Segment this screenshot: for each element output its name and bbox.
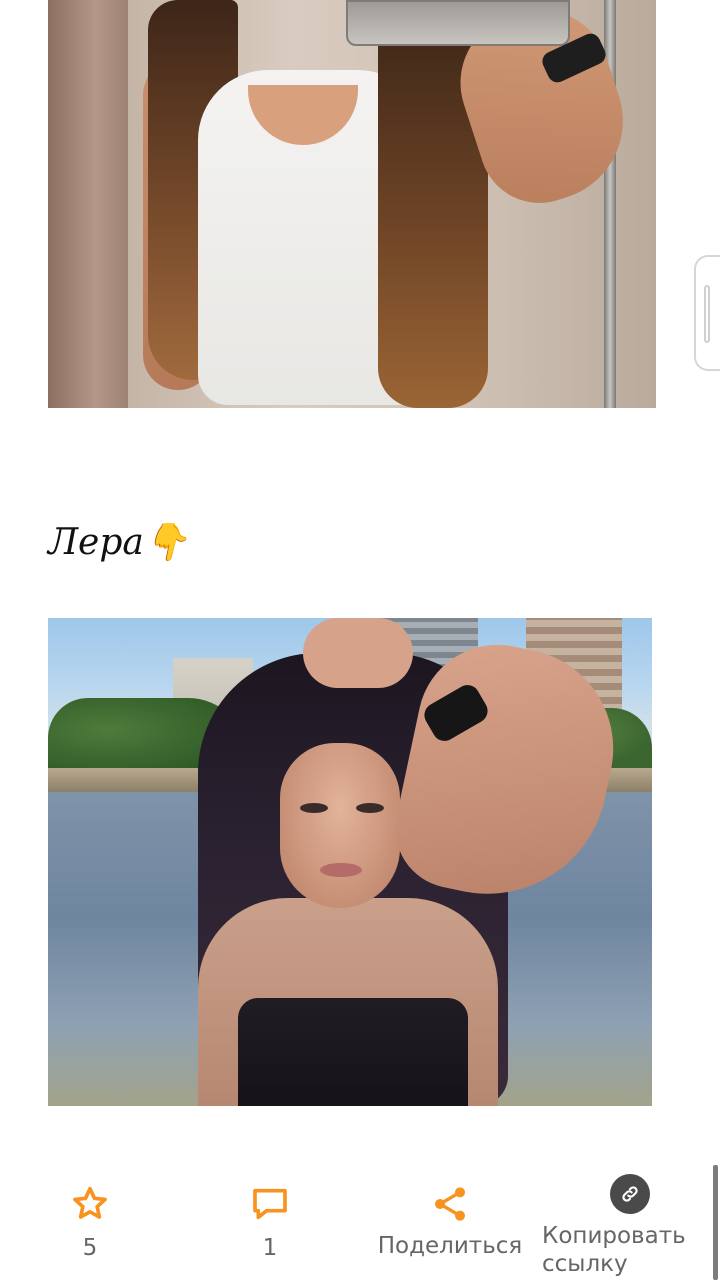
photo-figure <box>356 803 384 813</box>
scrollbar[interactable] <box>713 1165 718 1280</box>
photo-figure <box>320 863 362 877</box>
share-icon-box <box>370 1170 530 1230</box>
photo-background <box>48 0 128 408</box>
rating-count: 5 <box>82 1235 98 1261</box>
copy-link-label-line2: ссылку <box>542 1251 628 1277</box>
share-button[interactable]: Поделиться <box>370 1170 530 1260</box>
photo-figure <box>303 618 413 688</box>
copy-link-button[interactable]: Копировать ссылку <box>536 1170 696 1278</box>
star-icon <box>73 1186 107 1219</box>
post-action-bar: 5 1 Поделиться Копировать ссылку <box>0 1170 700 1280</box>
comments-button[interactable]: 1 <box>238 1170 302 1262</box>
copy-icon-box <box>536 1170 696 1230</box>
photo-figure <box>280 743 400 908</box>
photo-figure <box>346 0 570 46</box>
post-page: Лера👇 5 1 Поделиться Копировать ссылку <box>0 0 720 1280</box>
side-panel-handle[interactable] <box>694 255 720 371</box>
post-caption: Лера👇 <box>48 522 189 563</box>
share-icon <box>435 1187 465 1221</box>
comments-count: 1 <box>262 1235 278 1261</box>
post-photo-1[interactable] <box>48 0 656 408</box>
photo-figure <box>238 998 468 1106</box>
rating-icon-box <box>60 1170 120 1230</box>
comment-icon <box>253 1188 287 1220</box>
comments-icon-box <box>238 1170 302 1230</box>
link-icon <box>610 1174 650 1214</box>
post-photo-2[interactable] <box>48 618 652 1106</box>
photo-figure <box>300 803 328 813</box>
rating-button[interactable]: 5 <box>60 1170 120 1262</box>
share-label: Поделиться <box>377 1233 523 1259</box>
